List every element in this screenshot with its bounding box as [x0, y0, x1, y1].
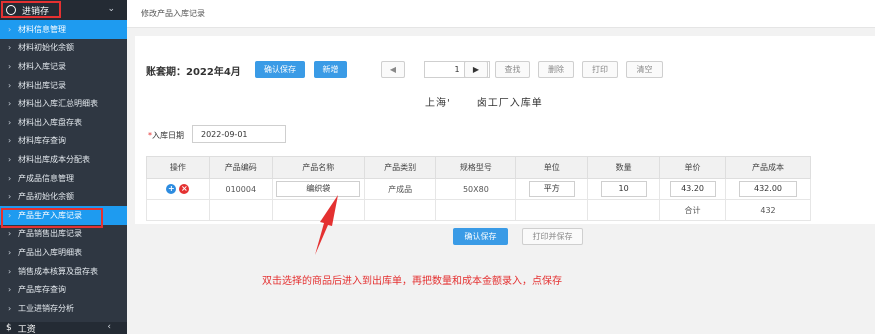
sidebar-item[interactable]: › 材料出库成本分配表	[0, 150, 127, 169]
product-table: 操作 产品编码 产品名称 产品类别 规格型号 单位 数量 单价 产品成本 + × …	[146, 156, 811, 221]
sidebar-item[interactable]: › 材料入库记录	[0, 57, 127, 76]
qty-cell: 10	[587, 178, 661, 200]
sidebar-item[interactable]: › 产品初始化余额	[0, 187, 127, 206]
delete-button[interactable]: 删除	[538, 61, 574, 78]
find-button[interactable]: 查找	[495, 61, 530, 78]
sidebar-item[interactable]: › 材料库存查询	[0, 132, 127, 151]
column-header: 单价	[659, 156, 727, 179]
annotation-text: 双击选择的商品后进入到出库单，再把数量和成本金额录入，点保存	[262, 276, 562, 287]
chevron-right-icon: ›	[8, 24, 12, 34]
form-panel: 账套期：2022年4月 确认保存 新增 ◀ 1 ▶ 查找 删除 打印 清空 上海…	[135, 36, 875, 245]
breadcrumb: 修改产品入库记录	[127, 0, 875, 28]
cost-field[interactable]: 432.00	[739, 181, 797, 197]
row-actions: + ×	[146, 178, 210, 200]
annotation-arrow	[315, 195, 338, 255]
column-header: 产品类别	[363, 156, 437, 179]
column-header: 规格型号	[435, 156, 517, 179]
chevron-right-icon: ›	[8, 247, 12, 257]
sidebar-item[interactable]: › 材料出入库汇总明细表	[0, 94, 127, 113]
sidebar-item[interactable]: › 产品出入库明细表	[0, 243, 127, 262]
column-header: 产品编码	[208, 156, 273, 179]
bill-title: 上海' 卤工厂入库单	[425, 98, 543, 109]
chevron-right-icon: ›	[8, 43, 12, 53]
column-header: 产品成本	[725, 156, 811, 179]
table-row: + × 010004 编织袋 产成品 50X80 平方 10 43.20 432.…	[146, 178, 811, 200]
print-button[interactable]: 打印	[582, 61, 618, 78]
sidebar-item[interactable]: › 产品库存查询	[0, 280, 127, 299]
price-cell: 43.20	[659, 178, 727, 200]
chevron-right-icon: ›	[8, 117, 12, 127]
chevron-right-icon: ›	[8, 61, 12, 71]
chevron-right-icon: ›	[8, 285, 12, 295]
column-header: 产品名称	[271, 156, 365, 179]
unit-field[interactable]: 平方	[528, 181, 575, 197]
sidebar: 进销存 ⌄ › 材料信息管理 › 材料初始化余额 › 材料入库记录 › 材料出库记录 ›…	[0, 0, 127, 334]
highlight-box	[1, 208, 103, 228]
total-value: 432	[725, 199, 811, 221]
add-row-icon[interactable]: +	[166, 184, 177, 194]
chevron-right-icon: ›	[8, 229, 12, 239]
date-input[interactable]: 2022-09-01	[192, 125, 286, 143]
sidebar-item[interactable]: › 销售成本核算及盘存表	[0, 262, 127, 281]
prev-page-button[interactable]: ◀	[381, 61, 405, 78]
clear-button[interactable]: 清空	[626, 61, 663, 78]
sidebar-footer-item[interactable]: $ 工资 ‹	[0, 322, 127, 334]
quantity-field[interactable]: 10	[600, 181, 647, 197]
product-code-cell: 010004	[208, 178, 273, 200]
total-row: 合计 432	[146, 199, 811, 221]
sidebar-item[interactable]: › 材料出入库盘存表	[0, 113, 127, 132]
column-header: 单位	[515, 156, 589, 179]
chevron-right-icon: ›	[8, 80, 12, 90]
sidebar-item[interactable]: › 材料初始化余额	[0, 39, 127, 58]
total-label: 合计	[659, 199, 727, 221]
date-label: *入库日期	[148, 131, 184, 140]
sidebar-item[interactable]: › 材料信息管理	[0, 20, 127, 39]
chevron-down-icon: ⌄	[107, 4, 115, 14]
chevron-right-icon: ›	[8, 154, 12, 164]
highlight-box	[1, 1, 61, 18]
chevron-left-icon: ‹	[107, 322, 111, 332]
confirm-save-button[interactable]: 确认保存	[255, 61, 305, 78]
chevron-right-icon: ›	[8, 266, 12, 276]
next-page-button[interactable]: ▶	[464, 61, 488, 78]
unit-cell: 平方	[515, 178, 589, 200]
column-header: 操作	[146, 156, 210, 179]
print-and-save-button[interactable]: 打印并保存	[522, 228, 583, 245]
period-label: 账套期：2022年4月	[146, 67, 241, 78]
chevron-right-icon: ›	[8, 192, 12, 202]
chevron-right-icon: ›	[8, 136, 12, 146]
currency-icon: $	[6, 323, 12, 333]
category-cell: 产成品	[363, 178, 437, 200]
sidebar-item[interactable]: › 材料出库记录	[0, 76, 127, 95]
sidebar-item[interactable]: › 工业进销存分析	[0, 299, 127, 318]
bottom-confirm-save-button[interactable]: 确认保存	[453, 228, 508, 245]
chevron-right-icon: ›	[8, 173, 12, 183]
add-new-button[interactable]: 新增	[314, 61, 347, 78]
chevron-right-icon: ›	[8, 99, 12, 109]
sidebar-item[interactable]: › 产成品信息管理	[0, 169, 127, 188]
spec-cell: 50X80	[435, 178, 517, 200]
delete-row-icon[interactable]: ×	[179, 184, 190, 194]
column-header: 数量	[587, 156, 661, 179]
price-field[interactable]: 43.20	[669, 181, 716, 197]
cost-cell: 432.00	[725, 178, 811, 200]
chevron-right-icon: ›	[8, 303, 12, 313]
